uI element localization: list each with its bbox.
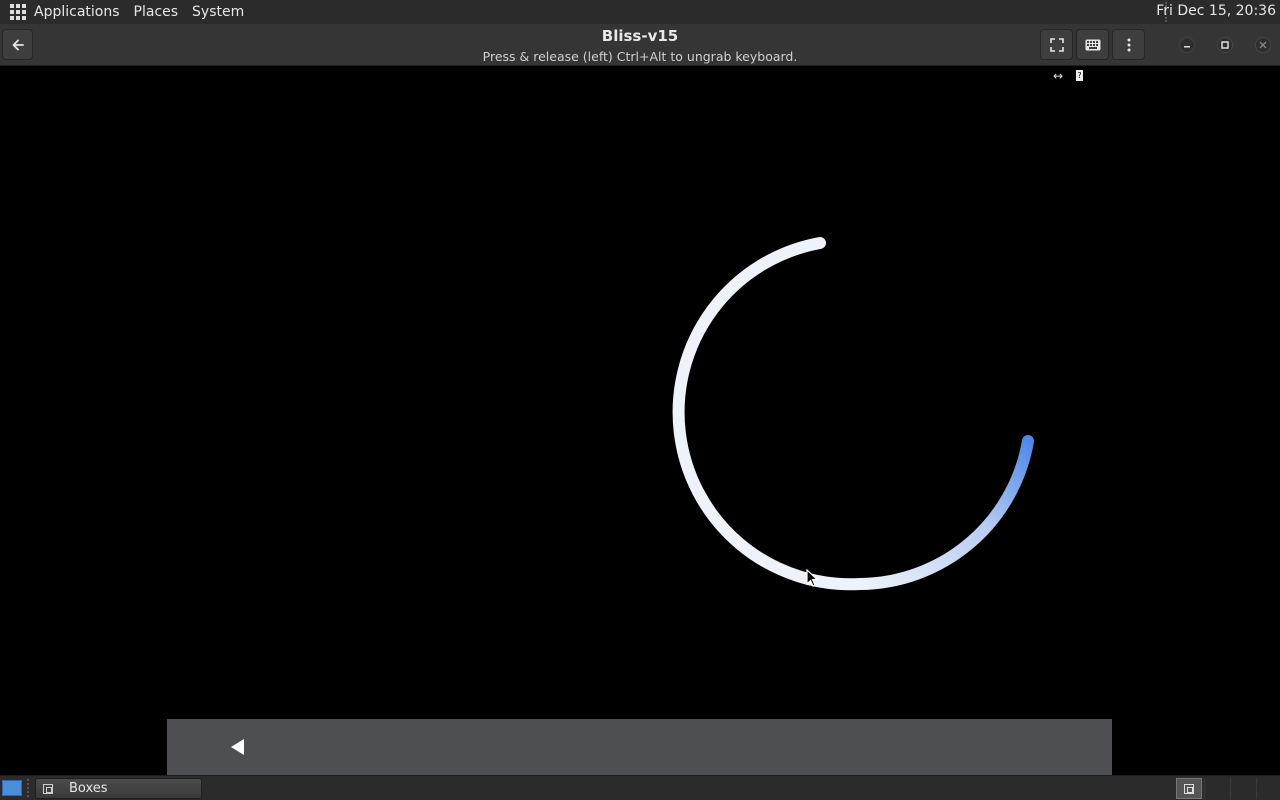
clock[interactable]: Fri Dec 15, 20:36 <box>1156 3 1276 19</box>
workspace-switcher-2[interactable] <box>1204 778 1230 799</box>
minimize-button[interactable] <box>1179 37 1195 53</box>
boxes-app-icon <box>1184 783 1194 794</box>
vm-display[interactable] <box>0 66 1280 775</box>
mouse-cursor-icon <box>806 569 819 587</box>
window-header-bar: Bliss-v15 Press & release (left) Ctrl+Al… <box>0 24 1280 66</box>
workspace-switcher-3[interactable] <box>1230 778 1256 799</box>
keyboard-button[interactable] <box>1076 29 1109 60</box>
nav-back-triangle-icon[interactable] <box>231 739 244 755</box>
workspace-switcher-4[interactable] <box>1256 778 1280 799</box>
close-icon <box>1259 41 1267 49</box>
taskbar: Boxes <box>0 775 1280 800</box>
menu-button[interactable] <box>1112 29 1145 60</box>
keyboard-icon <box>1085 39 1100 50</box>
minimize-icon <box>1184 46 1190 48</box>
taskbar-window-label: Boxes <box>69 781 108 796</box>
show-desktop-button[interactable] <box>2 780 22 796</box>
taskbar-window-boxes[interactable]: Boxes <box>35 778 202 799</box>
system-menu[interactable]: System <box>192 4 244 20</box>
applications-menu[interactable]: Applications <box>34 4 120 20</box>
close-button[interactable] <box>1255 37 1271 53</box>
resize-hint-icon: ↔ <box>1053 69 1064 83</box>
taskbar-separator <box>27 779 29 797</box>
boxes-app-icon <box>43 783 53 794</box>
help-badge-icon: ? <box>1076 70 1083 81</box>
places-menu[interactable]: Places <box>134 4 179 20</box>
top-panel: Applications Places System Fri Dec 15, 2… <box>0 0 1280 24</box>
fullscreen-icon <box>1049 37 1064 52</box>
spinner-arc-accent <box>854 435 1034 590</box>
fullscreen-button[interactable] <box>1040 29 1073 60</box>
loading-spinner <box>672 237 1034 591</box>
spinner-arc-main <box>672 237 866 591</box>
maximize-icon <box>1221 41 1229 49</box>
maximize-button[interactable] <box>1217 37 1233 53</box>
vm-navigation-bar <box>167 719 1112 775</box>
applications-grid-icon[interactable] <box>10 4 26 20</box>
workspace-switcher-1[interactable] <box>1176 778 1202 799</box>
vertical-dots-icon <box>1127 38 1130 51</box>
